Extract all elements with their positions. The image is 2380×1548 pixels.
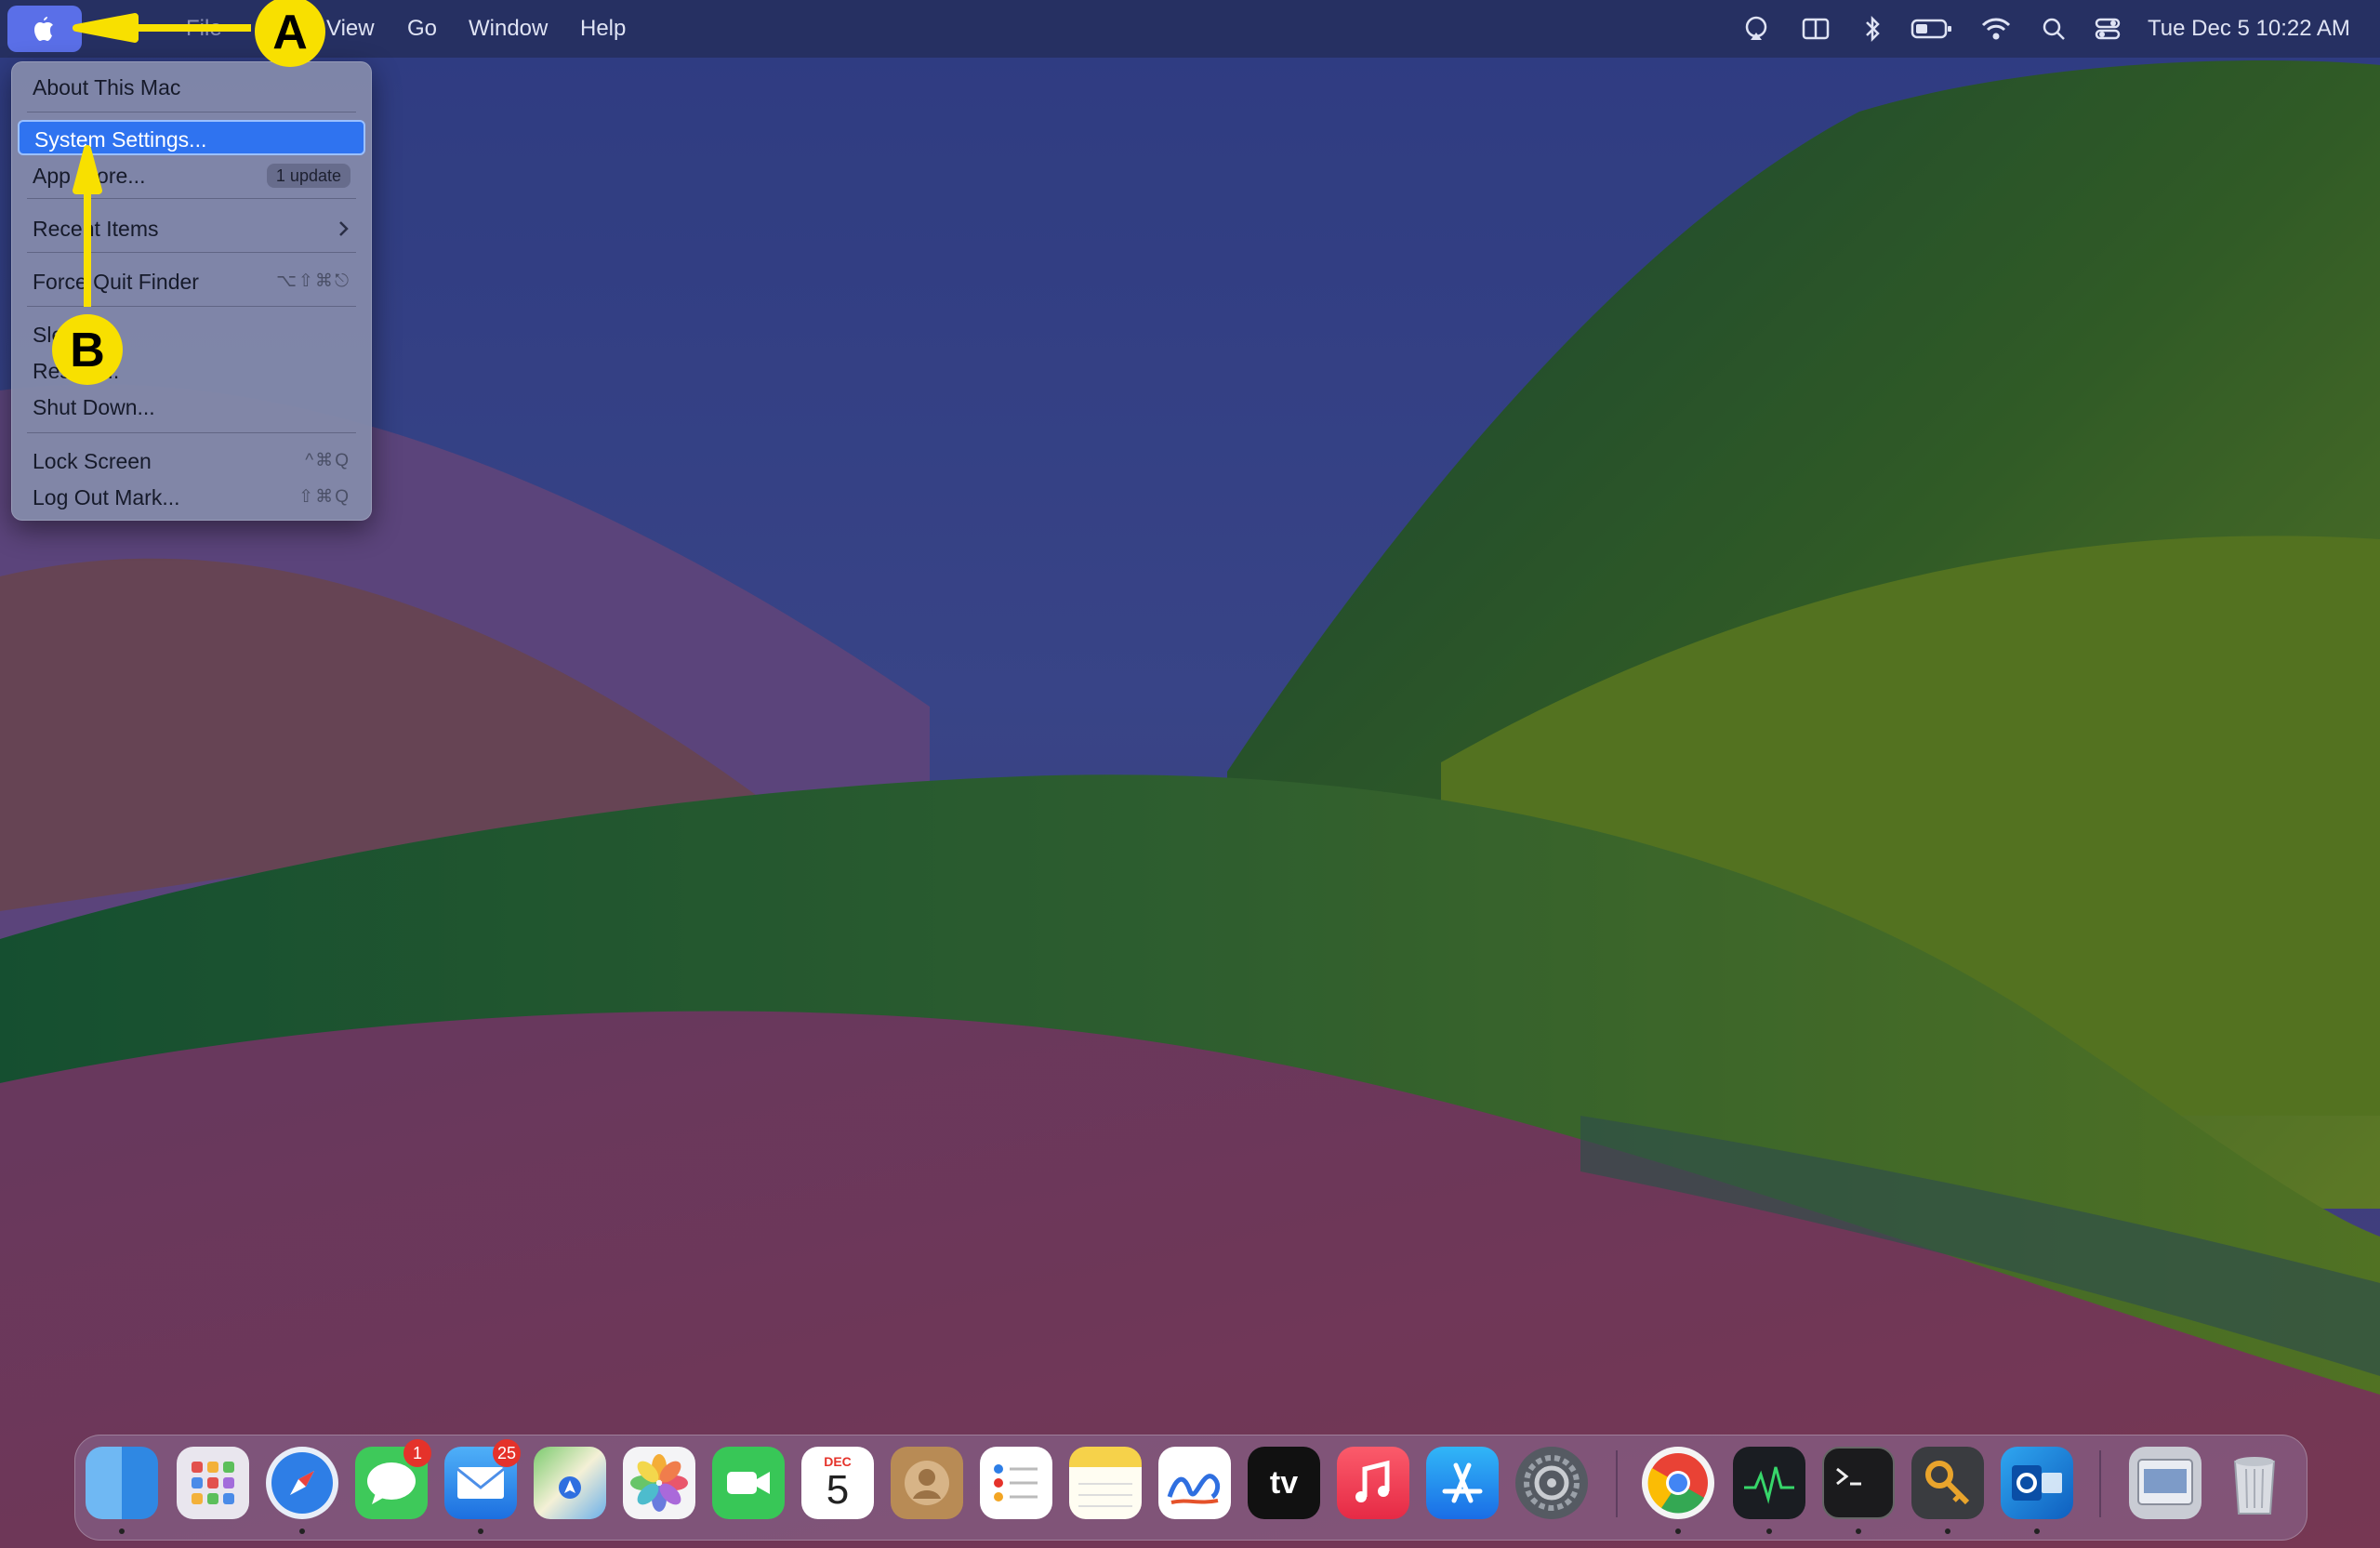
annotation-label-b: B — [52, 314, 123, 385]
contacts-icon[interactable] — [891, 1447, 963, 1519]
running-indicator — [119, 1528, 125, 1534]
calendar-day: 5 — [826, 1467, 850, 1513]
notes-icon[interactable] — [1069, 1447, 1142, 1519]
trash-icon[interactable] — [2218, 1447, 2291, 1519]
running-indicator — [1766, 1528, 1772, 1534]
running-indicator — [1856, 1528, 1861, 1534]
messages-badge: 1 — [403, 1439, 431, 1467]
chrome-icon[interactable] — [1642, 1447, 1714, 1519]
mail-badge: 25 — [493, 1439, 521, 1467]
app-store-icon[interactable] — [1426, 1447, 1499, 1519]
safari-icon[interactable] — [266, 1447, 338, 1519]
maps-icon[interactable] — [534, 1447, 606, 1519]
tv-icon[interactable]: tv — [1248, 1447, 1320, 1519]
facetime-icon[interactable] — [712, 1447, 785, 1519]
downloads-stack-icon[interactable] — [2129, 1447, 2202, 1519]
calendar-icon[interactable]: DEC 5 — [801, 1447, 874, 1519]
tv-label: tv — [1269, 1465, 1299, 1501]
terminal-icon[interactable] — [1822, 1447, 1895, 1519]
reminders-icon[interactable] — [980, 1447, 1052, 1519]
photos-icon[interactable] — [623, 1447, 695, 1519]
running-indicator — [1945, 1528, 1950, 1534]
annotation-arrows — [73, 13, 251, 307]
system-settings-icon[interactable] — [1515, 1447, 1588, 1519]
dock-separator — [2099, 1450, 2101, 1517]
launchpad-icon[interactable] — [177, 1447, 249, 1519]
outlook-icon[interactable] — [2001, 1447, 2073, 1519]
arrow-b — [73, 145, 102, 307]
running-indicator — [1675, 1528, 1681, 1534]
keychain-icon[interactable] — [1911, 1447, 1984, 1519]
arrow-a — [73, 13, 251, 43]
finder-icon[interactable] — [86, 1447, 158, 1519]
music-icon[interactable] — [1337, 1447, 1409, 1519]
running-indicator — [299, 1528, 305, 1534]
running-indicator — [478, 1528, 483, 1534]
activity-monitor-icon[interactable] — [1733, 1447, 1805, 1519]
freeform-icon[interactable] — [1158, 1447, 1231, 1519]
dock-separator — [1616, 1450, 1618, 1517]
running-indicator — [2034, 1528, 2040, 1534]
